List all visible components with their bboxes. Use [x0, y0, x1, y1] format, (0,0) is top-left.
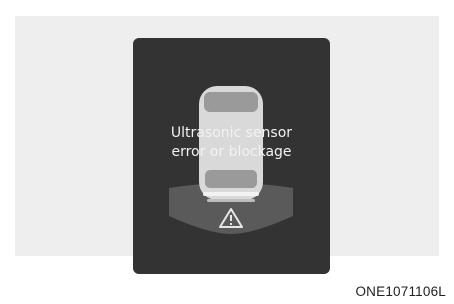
- warning-message-line-2: error or blockage: [171, 144, 292, 160]
- warning-message-line-1: Ultrasonic sensor: [170, 125, 293, 141]
- figure-code-label: ONE1071106L: [355, 284, 446, 299]
- warning-message: Ultrasonic sensor error or blockage: [133, 124, 330, 162]
- cluster-display: Ultrasonic sensor error or blockage: [133, 38, 330, 274]
